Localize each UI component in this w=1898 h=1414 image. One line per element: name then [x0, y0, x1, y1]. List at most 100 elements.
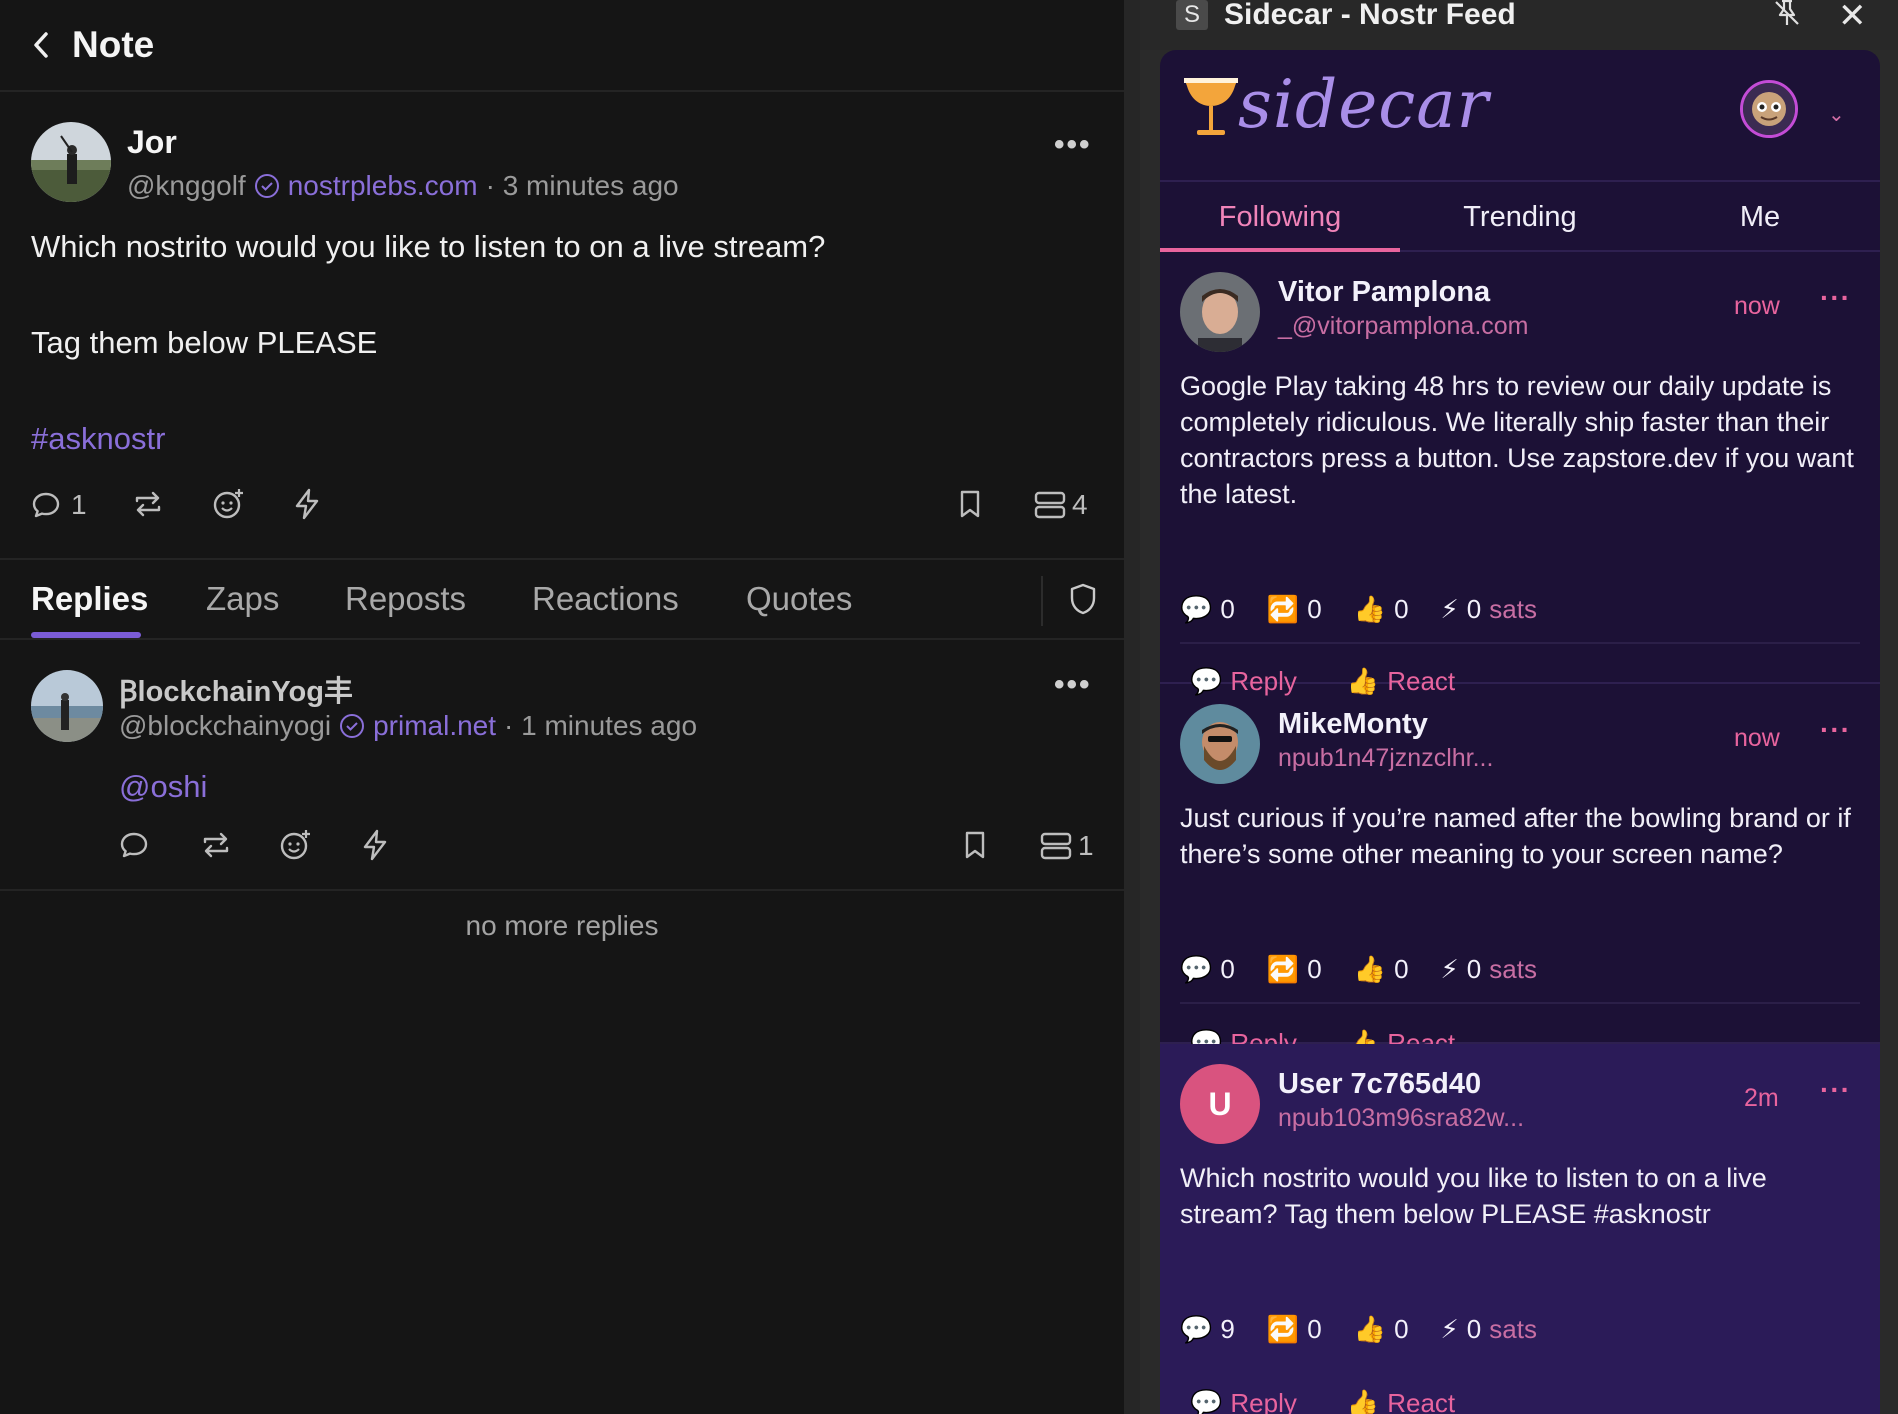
- reply-time: · 1 minutes ago: [504, 710, 698, 741]
- react-button[interactable]: [212, 487, 246, 521]
- divider: [1180, 1002, 1860, 1004]
- repeat-icon: 🔁: [1266, 1314, 1300, 1344]
- speech-bubble-icon: 💬: [1180, 594, 1213, 624]
- reply-button[interactable]: [119, 830, 149, 860]
- tab-replies[interactable]: Replies: [31, 580, 148, 618]
- repeat-icon: 🔁: [1266, 954, 1300, 984]
- tab-reactions[interactable]: Reactions: [532, 580, 679, 618]
- more-options-icon[interactable]: ···: [1820, 714, 1851, 746]
- tab-trending[interactable]: Trending: [1400, 182, 1640, 254]
- author-meta: @knggolf nostrplebs.com · 3 minutes ago: [127, 170, 679, 202]
- note-text-line2: Tag them below PLEASE: [31, 325, 378, 360]
- repeat-icon: 🔁: [1266, 594, 1300, 624]
- close-icon[interactable]: ✕: [1838, 0, 1867, 36]
- divider: [0, 889, 1124, 891]
- bookmark-button[interactable]: [958, 489, 982, 519]
- avatar[interactable]: [1180, 272, 1260, 352]
- tab-zaps[interactable]: Zaps: [206, 580, 279, 618]
- profile-avatar[interactable]: [1740, 80, 1798, 138]
- author-handle[interactable]: @blockchainyogi: [119, 710, 331, 742]
- sidecar-window: S Sidecar - Nostr Feed ✕ sidecar ⌄ Follo…: [1140, 0, 1898, 1414]
- reply-button[interactable]: 1: [31, 489, 87, 521]
- more-options-icon[interactable]: ···: [1820, 282, 1851, 314]
- back-icon[interactable]: [32, 30, 54, 60]
- post-stats: 💬 0 🔁 0 👍 0 ⚡ 0 sats: [1180, 594, 1569, 625]
- tab-following[interactable]: Following: [1160, 182, 1400, 254]
- author-name[interactable]: MikeMonty: [1278, 708, 1428, 741]
- repost-count: 0: [1307, 954, 1322, 984]
- repost-button[interactable]: [200, 830, 232, 860]
- author-handle[interactable]: @knggolf: [127, 170, 246, 202]
- feed-post: Vitor Pamplona _@vitorpamplona.com now ·…: [1160, 252, 1880, 696]
- thumbs-up-icon: 👍: [1353, 954, 1387, 984]
- like-count: 0: [1394, 594, 1409, 624]
- author-name[interactable]: Jor: [127, 124, 177, 161]
- avatar[interactable]: [31, 670, 103, 742]
- reply-button[interactable]: 💬 Reply: [1190, 1388, 1297, 1414]
- author-meta: @blockchainyogi primal.net · 1 minutes a…: [119, 710, 697, 742]
- author-handle[interactable]: npub103m96sra82w...: [1278, 1104, 1524, 1133]
- zap-count: 0: [1466, 1314, 1482, 1344]
- nip05-link[interactable]: nostrplebs.com: [288, 170, 478, 202]
- zap-count: 0: [1466, 954, 1482, 984]
- author-name[interactable]: Vitor Pamplona: [1278, 276, 1490, 309]
- thumbs-up-icon: 👍: [1353, 1314, 1387, 1344]
- feed-post: U User 7c765d40 npub103m96sra82w... 2m ·…: [1160, 1044, 1880, 1414]
- bookmark-button[interactable]: [963, 830, 987, 860]
- author-handle[interactable]: _@vitorpamplona.com: [1278, 312, 1529, 341]
- post-body: Which nostrito would you like to listen …: [1180, 1163, 1767, 1229]
- note-header: Note: [0, 0, 1124, 92]
- repost-count: 0: [1307, 594, 1322, 624]
- post-stats: 💬 9 🔁 0 👍 0 ⚡ 0 sats: [1180, 1314, 1569, 1345]
- author-name[interactable]: ꞴlockchainYog丰: [119, 668, 353, 710]
- avatar[interactable]: [31, 122, 111, 202]
- lightning-icon: ⚡: [1440, 1314, 1459, 1344]
- zap-button[interactable]: [293, 487, 321, 521]
- tab-me[interactable]: Me: [1640, 182, 1880, 254]
- window-titlebar: S Sidecar - Nostr Feed ✕: [1140, 0, 1898, 50]
- cocktail-logo-icon: [1182, 72, 1240, 147]
- post-actions: 💬 Reply 👍 React: [1190, 1388, 1505, 1414]
- note-time: · 3 minutes ago: [485, 170, 679, 201]
- verified-icon: [254, 174, 279, 198]
- avatar[interactable]: [1180, 704, 1260, 784]
- sats-label: sats: [1489, 594, 1537, 624]
- sidecar-panel: sidecar ⌄ Following Trending Me Vitor Pa…: [1160, 50, 1880, 1414]
- relays-button[interactable]: 4: [1034, 489, 1088, 521]
- reply-label: Reply: [1230, 1388, 1297, 1414]
- post-time: now: [1734, 724, 1780, 752]
- like-count: 0: [1394, 1314, 1409, 1344]
- post-stats: 💬 0 🔁 0 👍 0 ⚡ 0 sats: [1180, 954, 1569, 985]
- shield-icon[interactable]: [1068, 582, 1098, 621]
- feed-post: MikeMonty npub1n47jznzclhr... now ··· Ju…: [1160, 684, 1880, 1058]
- author-name[interactable]: User 7c765d40: [1278, 1068, 1481, 1101]
- react-button[interactable]: [279, 828, 313, 862]
- more-options-icon[interactable]: •••: [1054, 668, 1092, 702]
- app-badge: S: [1176, 0, 1208, 30]
- server-icon: [1034, 491, 1066, 519]
- more-options-icon[interactable]: ···: [1820, 1074, 1851, 1106]
- more-options-icon[interactable]: •••: [1054, 128, 1092, 162]
- reply-count: 1: [71, 489, 87, 520]
- react-label: React: [1387, 1388, 1456, 1414]
- zap-button[interactable]: [361, 828, 389, 862]
- sats-label: sats: [1489, 954, 1537, 984]
- zap-count: 0: [1466, 594, 1482, 624]
- lightning-icon: [363, 829, 387, 861]
- tab-quotes[interactable]: Quotes: [746, 580, 852, 618]
- relays-button[interactable]: 1: [1040, 830, 1094, 862]
- react-button[interactable]: 👍 React: [1347, 1388, 1455, 1414]
- repost-button[interactable]: [132, 489, 164, 519]
- tab-reposts[interactable]: Reposts: [345, 580, 466, 618]
- hashtag-link[interactable]: #asknostr: [31, 421, 165, 457]
- avatar[interactable]: U: [1180, 1064, 1260, 1144]
- nip05-link[interactable]: primal.net: [373, 710, 496, 742]
- repost-count: 0: [1307, 1314, 1322, 1344]
- unpin-icon[interactable]: [1772, 0, 1802, 33]
- author-handle[interactable]: npub1n47jznzclhr...: [1278, 744, 1493, 773]
- chevron-down-icon[interactable]: ⌄: [1828, 102, 1845, 127]
- mention-link[interactable]: @oshi: [119, 769, 207, 805]
- like-count: 0: [1394, 954, 1409, 984]
- speech-bubble-icon: 💬: [1180, 1314, 1213, 1344]
- post-time: now: [1734, 292, 1780, 320]
